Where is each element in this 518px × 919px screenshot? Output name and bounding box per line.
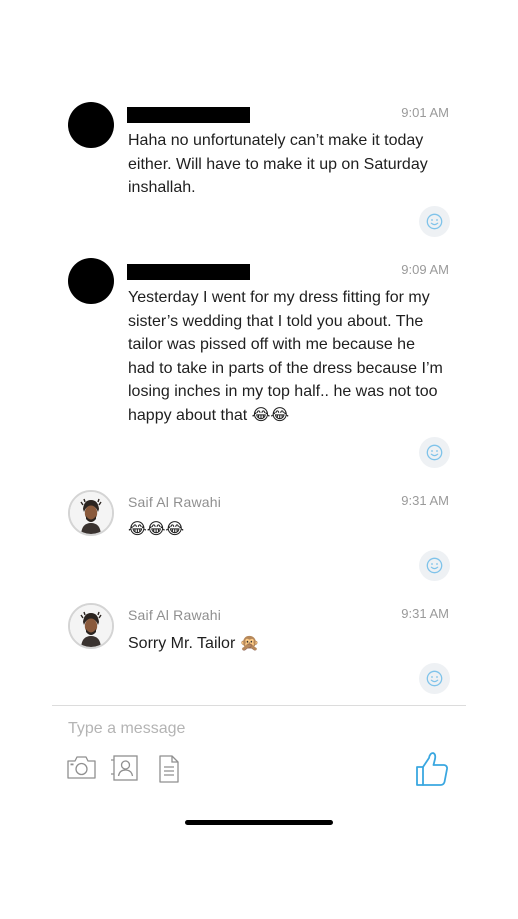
message-timestamp: 9:09 AM: [401, 262, 449, 277]
avatar[interactable]: [68, 603, 114, 649]
document-button[interactable]: [156, 754, 182, 789]
message-text: Haha no unfortunately can’t make it toda…: [128, 132, 428, 196]
reaction-button[interactable]: [419, 206, 450, 237]
smiley-icon: [426, 670, 443, 687]
redacted-sender-name: [127, 264, 250, 280]
reaction-button[interactable]: [419, 663, 450, 694]
message-input[interactable]: [66, 716, 400, 742]
document-icon: [159, 755, 179, 783]
smiley-icon: [426, 444, 443, 461]
reaction-button[interactable]: [419, 550, 450, 581]
thumbs-up-icon: [416, 752, 448, 786]
contact-button[interactable]: [110, 754, 141, 787]
sender-name: Saif Al Rawahi: [128, 494, 222, 510]
send-like-button[interactable]: [414, 750, 450, 793]
message-text: Yesterday I went for my dress fitting fo…: [128, 289, 443, 424]
message-text: Sorry Mr. Tailor 🙊: [128, 635, 260, 652]
avatar[interactable]: [68, 102, 114, 148]
avatar[interactable]: [68, 490, 114, 536]
sender-name: Saif Al Rawahi: [128, 607, 222, 623]
composer-divider: [52, 705, 466, 706]
reaction-button[interactable]: [419, 437, 450, 468]
message-timestamp: 9:01 AM: [401, 105, 449, 120]
camera-button[interactable]: [66, 754, 97, 785]
home-indicator[interactable]: [185, 820, 333, 825]
profile-photo-icon: [70, 492, 112, 534]
smiley-icon: [426, 213, 443, 230]
message-text: 😂😂😂: [128, 521, 185, 538]
contact-card-icon: [111, 755, 138, 781]
camera-icon: [67, 756, 96, 779]
redacted-sender-name: [127, 107, 250, 123]
message-timestamp: 9:31 AM: [401, 606, 449, 621]
smiley-icon: [426, 557, 443, 574]
message-timestamp: 9:31 AM: [401, 493, 449, 508]
profile-photo-icon: [70, 605, 112, 647]
avatar[interactable]: [68, 258, 114, 304]
